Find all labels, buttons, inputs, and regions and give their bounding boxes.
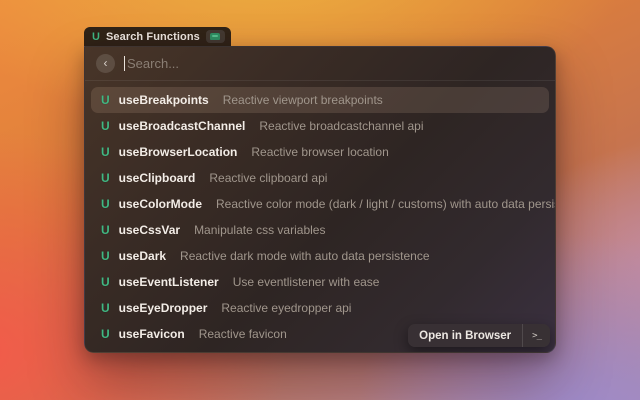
function-name: useCssVar [119,223,180,237]
launcher-window: ‹ Search... U useBreakpoints Reactive vi… [84,46,556,353]
search-input[interactable]: Search... [124,56,544,71]
search-placeholder: Search... [127,56,179,71]
text-cursor [124,56,125,71]
list-item-useeyedropper[interactable]: U useEyeDropper Reactive eyedropper api [91,295,549,321]
extension-pill[interactable]: U Search Functions [84,27,231,46]
list-item-useeventlistener[interactable]: U useEventListener Use eventlistener wit… [91,269,549,295]
vueuse-item-icon: U [101,327,110,341]
vueuse-logo-icon: U [92,31,100,43]
function-description: Reactive clipboard api [209,171,327,185]
back-button[interactable]: ‹ [96,54,115,73]
function-description: Reactive browser location [251,145,388,159]
open-in-browser-label: Open in Browser [408,330,522,342]
function-description: Reactive favicon [199,327,287,341]
extension-badge-icon[interactable] [206,30,225,43]
vueuse-item-icon: U [101,119,110,133]
list-item-usebrowserlocation[interactable]: U useBrowserLocation Reactive browser lo… [91,139,549,165]
list-item-usebroadcastchannel[interactable]: U useBroadcastChannel Reactive broadcast… [91,113,549,139]
function-name: useBreakpoints [119,93,209,107]
function-name: useEyeDropper [119,301,208,315]
list-item-usefullscreen[interactable]: U useFullscreen Reactive fullscreen api [91,347,549,353]
function-name: useClipboard [119,171,196,185]
list-item-usedark[interactable]: U useDark Reactive dark mode with auto d… [91,243,549,269]
function-name: useBrowserLocation [119,145,238,159]
vueuse-item-icon: U [101,171,110,185]
vueuse-item-icon: U [101,93,110,107]
function-name: useColorMode [119,197,202,211]
badge-glyph-icon [210,33,220,40]
pill-title: Search Functions [106,31,200,43]
vueuse-item-icon: U [101,223,110,237]
list-item-usecolormode[interactable]: U useColorMode Reactive color mode (dark… [91,191,549,217]
function-name: useEventListener [119,275,219,289]
vueuse-item-icon: U [101,197,110,211]
vueuse-item-icon: U [101,249,110,263]
vueuse-item-icon: U [101,301,110,315]
vueuse-item-icon: U [101,145,110,159]
terminal-prompt-icon: >_ [523,331,550,341]
search-bar: ‹ Search... [85,47,555,81]
list-item-usecssvar[interactable]: U useCssVar Manipulate css variables [91,217,549,243]
function-description: Reactive color mode (dark / light / cust… [216,197,556,211]
function-description: Reactive eyedropper api [221,301,351,315]
function-description: Reactive broadcastchannel api [259,119,423,133]
function-name: useFavicon [119,327,185,341]
function-list: U useBreakpoints Reactive viewport break… [85,81,555,353]
open-in-browser-button[interactable]: Open in Browser >_ [408,324,550,347]
function-name: useDark [119,249,166,263]
function-description: Manipulate css variables [194,223,325,237]
function-description: Use eventlistener with ease [233,275,380,289]
function-description: Reactive viewport breakpoints [223,93,383,107]
list-item-usebreakpoints[interactable]: U useBreakpoints Reactive viewport break… [91,87,549,113]
list-item-useclipboard[interactable]: U useClipboard Reactive clipboard api [91,165,549,191]
function-description: Reactive dark mode with auto data persis… [180,249,429,263]
function-name: useBroadcastChannel [119,119,246,133]
vueuse-item-icon: U [101,275,110,289]
